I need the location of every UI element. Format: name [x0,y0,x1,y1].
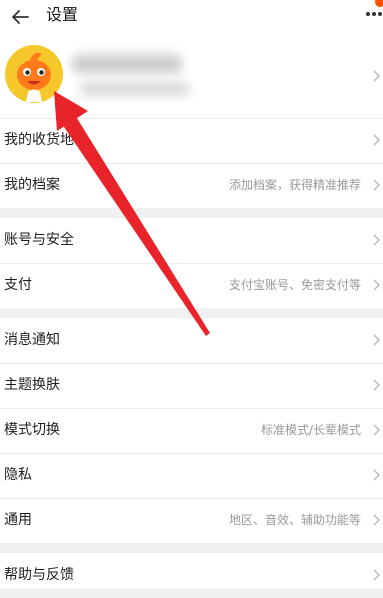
row-help-feedback[interactable]: 帮助与反馈 [0,553,383,598]
section-preferences: 消息通知 主题换肤 模式切换 标准模式/长辈模式 隐私 通用 地区、音效、辅助功… [0,318,383,543]
row-theme[interactable]: 主题换肤 [0,363,383,408]
row-account-security[interactable]: 账号与安全 [0,218,383,263]
chevron-right-icon [373,514,380,526]
section-account: 账号与安全 支付 支付宝账号、免密支付等 [0,218,383,308]
chevron-right-icon [373,569,380,581]
row-label: 隐私 [4,467,32,483]
notification-badge-dot [375,0,383,7]
row-value: 标准模式/长辈模式 [260,423,361,437]
row-label: 消息通知 [4,332,60,348]
row-label: 模式切换 [4,422,60,438]
row-value: 支付宝账号、免密支付等 [228,278,361,292]
row-payment[interactable]: 支付 支付宝账号、免密支付等 [0,263,383,308]
row-shipping-address[interactable]: 我的收货地址 [0,118,383,163]
chevron-right-icon [373,134,380,146]
avatar[interactable] [4,44,64,104]
profile-account [80,82,190,96]
row-value: 添加档案，获得精准推荐 [228,178,361,192]
row-privacy[interactable]: 隐私 [0,453,383,498]
chevron-right-icon [373,234,380,246]
section-help: 帮助与反馈 [0,553,383,588]
page-title: 设置 [46,5,79,24]
chevron-right-icon [373,179,380,191]
profile-card[interactable] [0,34,383,118]
row-notifications[interactable]: 消息通知 [0,318,383,363]
more-dots-icon[interactable] [365,11,383,17]
row-label: 主题换肤 [4,377,60,393]
row-label: 支付 [4,277,32,293]
top-bar: 设置 [0,0,383,34]
row-mode-switch[interactable]: 模式切换 标准模式/长辈模式 [0,408,383,453]
section-personal: 我的收货地址 我的档案 添加档案，获得精准推荐 [0,118,383,208]
profile-name [72,54,182,74]
chevron-right-icon [373,334,380,346]
chevron-right-icon [373,379,380,391]
row-value: 地区、音效、辅助功能等 [228,513,361,527]
row-label: 通用 [4,512,32,528]
row-my-profile[interactable]: 我的档案 添加档案，获得精准推荐 [0,163,383,208]
chevron-right-icon [373,424,380,436]
row-general[interactable]: 通用 地区、音效、辅助功能等 [0,498,383,543]
chevron-right-icon [373,279,380,291]
row-label: 账号与安全 [4,232,74,248]
row-label: 我的收货地址 [4,132,88,148]
chevron-right-icon [373,469,380,481]
row-label: 我的档案 [4,177,60,193]
chevron-right-icon [373,70,380,82]
arrow-left-icon[interactable] [10,7,30,27]
row-label: 帮助与反馈 [4,567,74,583]
